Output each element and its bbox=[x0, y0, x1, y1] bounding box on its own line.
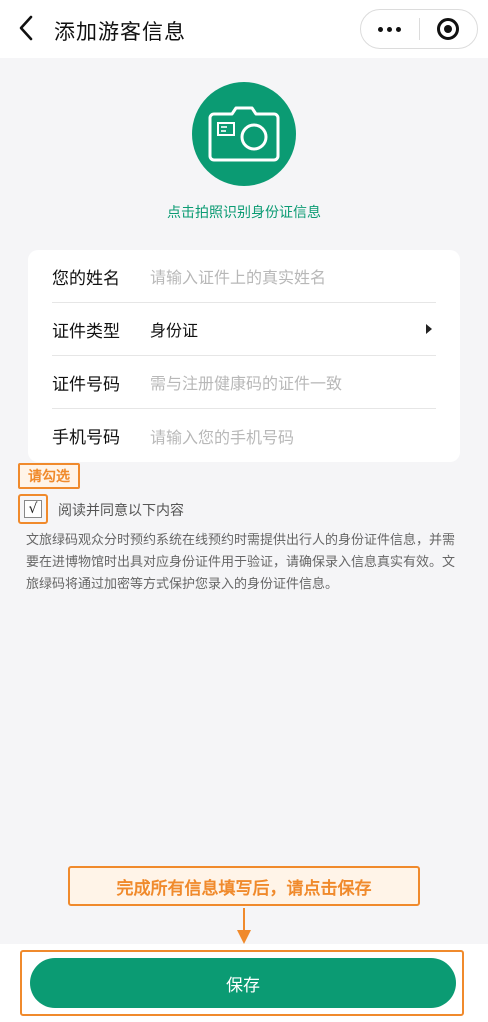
arrow-down-icon bbox=[237, 908, 251, 944]
phone-input[interactable]: 请输入您的手机号码 bbox=[150, 424, 436, 448]
back-arrow-icon[interactable] bbox=[12, 14, 40, 42]
camera-button[interactable] bbox=[192, 82, 296, 186]
id-number-row[interactable]: 证件号码 需与注册健康码的证件一致 bbox=[52, 356, 436, 409]
check-annotation-label: 请勾选 bbox=[18, 463, 80, 489]
save-annotation-label: 完成所有信息填写后，请点击保存 bbox=[68, 866, 420, 906]
name-field-row[interactable]: 您的姓名 请输入证件上的真实姓名 bbox=[52, 250, 436, 303]
page-title: 添加游客信息 bbox=[54, 20, 186, 44]
target-close-icon[interactable] bbox=[419, 10, 477, 48]
save-button[interactable]: 保存 bbox=[30, 958, 456, 1008]
visitor-form: 您的姓名 请输入证件上的真实姓名 证件类型 身份证 证件号码 需与注册健康码的证… bbox=[28, 250, 460, 462]
more-dots-icon[interactable] bbox=[361, 10, 419, 48]
id-type-row[interactable]: 证件类型 身份证 bbox=[52, 303, 436, 356]
id-number-label: 证件号码 bbox=[52, 374, 120, 395]
agreement-checkbox[interactable]: √ bbox=[24, 500, 42, 518]
name-input[interactable]: 请输入证件上的真实姓名 bbox=[150, 264, 436, 288]
privacy-notice: 文旅绿码观众分时预约系统在线预约时需提供出行人的身份证件信息，并需要在进博物馆时… bbox=[26, 533, 456, 592]
mini-program-capsule bbox=[360, 9, 478, 49]
phone-row[interactable]: 手机号码 请输入您的手机号码 bbox=[52, 409, 436, 462]
id-type-select[interactable]: 身份证 bbox=[150, 317, 426, 341]
agreement-label[interactable]: 阅读并同意以下内容 bbox=[58, 500, 184, 520]
id-number-input[interactable]: 需与注册健康码的证件一致 bbox=[150, 370, 436, 394]
agreement-checkbox-highlight[interactable]: √ bbox=[18, 494, 48, 524]
phone-label: 手机号码 bbox=[52, 428, 120, 448]
caret-right-icon bbox=[426, 324, 432, 334]
name-label: 您的姓名 bbox=[52, 268, 120, 289]
nav-bar: 添加游客信息 bbox=[0, 0, 488, 58]
id-type-label: 证件类型 bbox=[52, 321, 120, 342]
camera-hint-text[interactable]: 点击拍照识别身份证信息 bbox=[0, 202, 488, 222]
camera-icon bbox=[208, 106, 280, 162]
